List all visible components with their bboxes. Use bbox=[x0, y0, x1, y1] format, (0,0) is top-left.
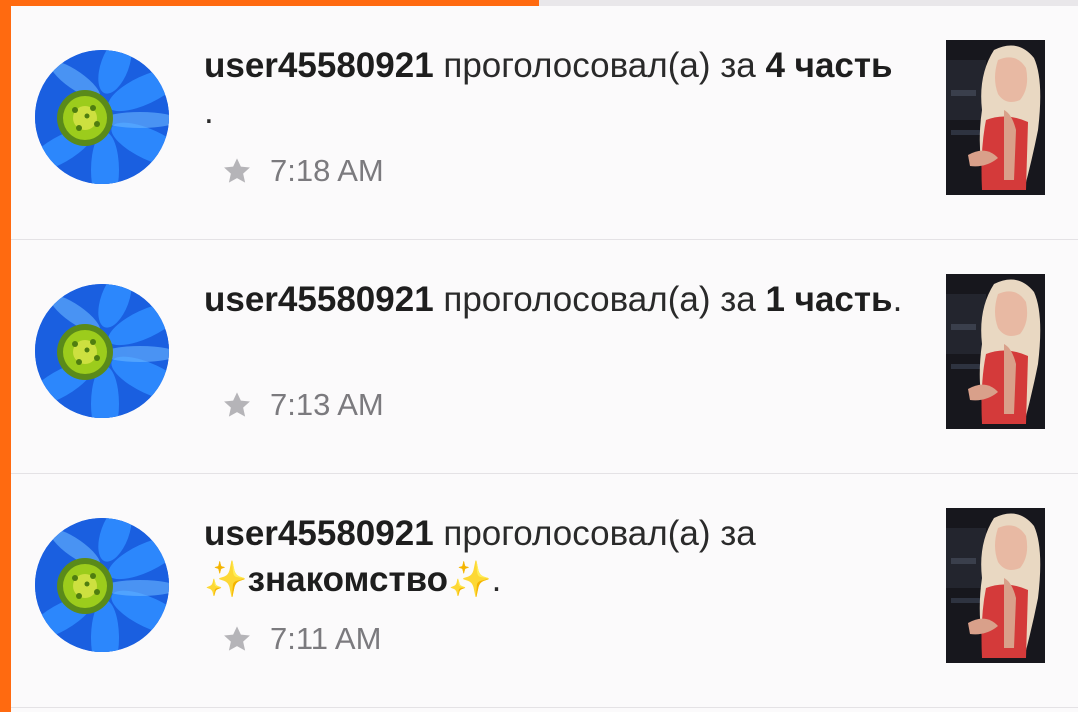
user-avatar[interactable] bbox=[35, 518, 169, 652]
notification-text: user45580921 проголосовал(а) за ✨знакомс… bbox=[204, 511, 904, 603]
username[interactable]: user45580921 bbox=[204, 46, 434, 85]
story-title[interactable]: 4 часть bbox=[765, 46, 892, 85]
notification-list: user45580921 проголосовал(а) за 4 часть … bbox=[11, 6, 1078, 708]
notification-meta: 7:11 AM bbox=[221, 619, 381, 659]
star-icon bbox=[224, 158, 250, 183]
left-accent-bar bbox=[0, 0, 11, 712]
blue-flower-avatar bbox=[35, 518, 169, 652]
timestamp: 7:13 AM bbox=[270, 387, 384, 422]
notification-meta: 7:18 AM bbox=[221, 151, 384, 191]
notification-item[interactable]: user45580921 проголосовал(а) за 4 часть … bbox=[11, 6, 1078, 240]
user-avatar[interactable] bbox=[35, 50, 169, 184]
story-cover-thumbnail[interactable] bbox=[946, 274, 1045, 429]
action-text: проголосовал(а) за bbox=[443, 514, 756, 553]
action-text: проголосовал(а) за bbox=[443, 280, 756, 319]
suffix-text: . bbox=[204, 92, 214, 131]
timestamp: 7:18 AM bbox=[270, 153, 384, 188]
notification-text: user45580921 проголосовал(а) за 1 часть. bbox=[204, 277, 904, 323]
star-icon bbox=[224, 626, 250, 651]
user-avatar[interactable] bbox=[35, 284, 169, 418]
notifications-screen: user45580921 проголосовал(а) за 4 часть … bbox=[0, 0, 1078, 712]
story-cover bbox=[946, 40, 1045, 195]
suffix-text: . bbox=[892, 280, 903, 319]
star-icon bbox=[224, 392, 250, 417]
suffix-text: . bbox=[491, 560, 502, 599]
username[interactable]: user45580921 bbox=[204, 514, 434, 553]
blue-flower-avatar bbox=[35, 284, 169, 418]
notification-item[interactable]: user45580921 проголосовал(а) за ✨знакомс… bbox=[11, 474, 1078, 708]
action-text: проголосовал(а) за bbox=[443, 46, 756, 85]
timestamp: 7:11 AM bbox=[270, 621, 382, 656]
story-cover bbox=[946, 508, 1045, 663]
story-title[interactable]: ✨знакомство✨ bbox=[204, 560, 492, 599]
story-cover-thumbnail[interactable] bbox=[946, 40, 1045, 195]
notification-meta: 7:13 AM bbox=[221, 385, 384, 425]
story-cover-thumbnail[interactable] bbox=[946, 508, 1045, 663]
username[interactable]: user45580921 bbox=[204, 280, 434, 319]
story-cover bbox=[946, 274, 1045, 429]
blue-flower-avatar bbox=[35, 50, 169, 184]
story-title[interactable]: 1 часть bbox=[765, 280, 892, 319]
notification-text: user45580921 проголосовал(а) за 4 часть … bbox=[204, 43, 904, 135]
notification-item[interactable]: user45580921 проголосовал(а) за 1 часть.… bbox=[11, 240, 1078, 474]
